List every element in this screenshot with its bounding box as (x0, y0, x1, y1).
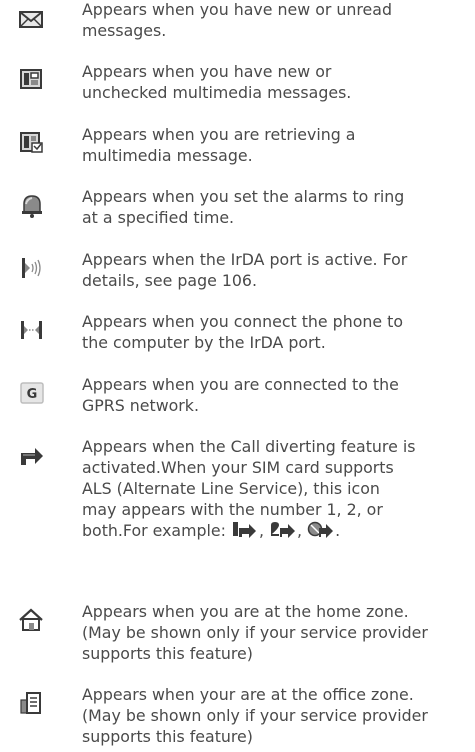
irda-active-icon (14, 255, 48, 289)
multimedia-message-icon (14, 67, 48, 101)
item-description: Appears when your are at the office zone… (82, 685, 428, 746)
item-description: Appears when you connect the phone to th… (82, 312, 403, 352)
item-description: Appears when you have new or unchecked m… (82, 62, 352, 102)
alarm-bell-icon (14, 192, 48, 226)
envelope-icon (14, 8, 48, 42)
item-description: Appears when you have new or unread mess… (82, 0, 392, 40)
office-zone-icon (14, 690, 48, 724)
retrieving-multimedia-icon (14, 130, 48, 164)
call-divert-icon (14, 443, 48, 477)
item-description: Appears when you are at the home zone. (… (82, 602, 428, 663)
call-divert-line2-icon (271, 522, 296, 538)
item-description: Appears when you are retrieving a multim… (82, 125, 356, 165)
home-zone-icon (14, 607, 48, 641)
gprs-letter: G (27, 387, 38, 402)
call-divert-both-lines-icon (307, 521, 334, 538)
call-divert-line1-icon (232, 522, 256, 538)
irda-connected-icon (14, 317, 48, 351)
item-description: Appears when you set the alarms to ring … (82, 187, 405, 227)
item-description: Appears when you are connected to the GP… (82, 375, 399, 415)
item-description: Appears when the Call diverting feature … (82, 437, 416, 540)
gprs-icon: G (14, 380, 48, 414)
item-description: Appears when the IrDA port is active. Fo… (82, 250, 408, 290)
